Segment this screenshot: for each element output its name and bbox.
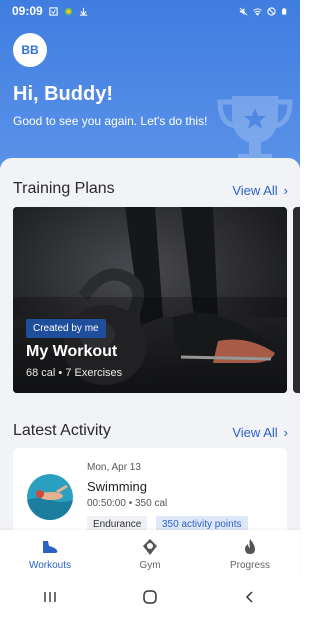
plan-meta: 68 cal • 7 Exercises [26,367,123,379]
nav-label: Gym [139,560,161,571]
nav-tab-workouts[interactable]: Workouts [0,530,100,576]
recent-apps-button[interactable] [39,586,61,608]
wifi-icon [253,7,262,16]
view-all-label: View All [232,425,278,440]
latest-activity-view-all-link[interactable]: View All › [232,425,288,440]
plan-title: My Workout [26,343,118,360]
status-time: 09:09 [12,4,43,18]
activity-title: Swimming [87,479,147,494]
mute-icon [239,7,248,15]
flame-icon [245,539,255,554]
activity-badge-points: 350 activity points [156,516,248,530]
location-pin-icon [143,539,157,555]
activity-card[interactable]: Mon, Apr 13 Swimming 00:50:00 • 350 cal … [13,448,287,530]
nav-label: Progress [229,560,270,571]
chevron-right-icon: › [283,425,288,440]
activity-badge-type: Endurance [87,516,148,530]
trophy-icon [217,96,293,162]
nav-tab-gym[interactable]: Gym [100,530,200,576]
bottom-navigation: Workouts Gym Progress [0,530,300,576]
dnd-icon [267,6,276,16]
activity-date: Mon, Apr 13 [87,462,141,473]
content-sheet: Training Plans View All › Created by me … [0,158,300,530]
shoe-icon [43,541,58,553]
battery-icon [282,7,287,15]
back-button[interactable] [239,586,261,608]
android-icon [64,7,72,15]
next-plan-card[interactable] [293,207,300,393]
avatar[interactable]: BB [13,33,47,67]
training-plans-view-all-link[interactable]: View All › [232,183,288,198]
download-icon [79,7,87,16]
activity-meta: 00:50:00 • 350 cal [87,498,168,509]
workout-photo [13,207,287,393]
training-plan-card[interactable]: Created by me My Workout 68 cal • 7 Exer… [13,207,287,393]
plan-tag: Created by me [26,319,106,338]
chevron-right-icon: › [283,183,288,198]
status-bar: 09:09 [0,0,300,22]
nav-label: Workouts [28,560,72,571]
home-icon [143,589,157,604]
latest-activity-title: Latest Activity [13,422,111,439]
home-button[interactable] [139,586,161,608]
greeting-title: Hi, Buddy! [13,83,113,105]
recents-icon [44,591,56,602]
sim-icon [49,6,58,16]
back-icon [245,590,253,603]
view-all-label: View All [232,183,278,198]
swimming-photo [27,474,73,520]
nav-tab-progress[interactable]: Progress [200,530,300,576]
system-navigation-bar [0,576,300,617]
training-plans-title: Training Plans [13,180,115,197]
greeting-subtitle: Good to see you again. Let's do this! [13,114,208,128]
